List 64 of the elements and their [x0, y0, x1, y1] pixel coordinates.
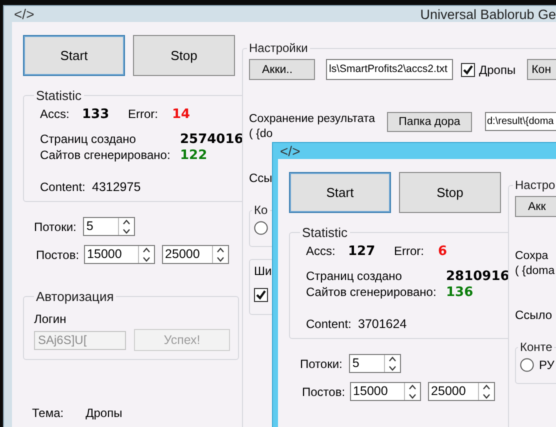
code-icon: </>	[280, 143, 300, 159]
group-title: Настройки	[248, 41, 309, 55]
start-button[interactable]: Start	[23, 35, 125, 76]
stop-button[interactable]: Stop	[133, 35, 235, 76]
group-title: Настро	[514, 178, 556, 192]
number-spinner[interactable]: 5	[349, 354, 402, 373]
checkbox-label: Дропы	[479, 62, 516, 76]
radio-button[interactable]	[254, 221, 268, 235]
number-spinner[interactable]: 15000	[350, 382, 422, 401]
label: Страниц создано	[40, 132, 137, 147]
code-icon: </>	[14, 6, 34, 22]
radio-button[interactable]	[520, 358, 534, 372]
number-spinner[interactable]: 5	[83, 217, 136, 236]
label: Потоки:	[34, 220, 76, 234]
label: Тема:	[32, 406, 64, 420]
radio-label: РУ	[539, 358, 554, 372]
group-title: Statistic	[35, 88, 83, 103]
window-title: Universal Bablorub Ge	[420, 6, 556, 22]
label: Логин	[34, 312, 68, 326]
label: Страниц создано	[306, 269, 403, 284]
value: 3701624	[358, 317, 407, 331]
value: Дропы	[86, 406, 122, 420]
value: 6	[438, 244, 448, 259]
label: Accs:	[306, 244, 336, 258]
label: Сайтов сгенерировано:	[40, 148, 172, 163]
label: Сайтов сгенерировано:	[306, 285, 438, 300]
start-button[interactable]: Start	[289, 172, 391, 213]
label: Error:	[394, 244, 425, 258]
label: Постов:	[302, 384, 346, 398]
label: Постов:	[36, 248, 80, 262]
number-spinner[interactable]: 25000	[428, 382, 496, 401]
path-field[interactable]: ls\SmartProfits2\accs2.txt	[326, 59, 453, 80]
label: Content:	[40, 180, 86, 194]
label: Потоки:	[300, 356, 342, 370]
checkbox[interactable]	[254, 288, 268, 302]
value: 14	[172, 107, 190, 122]
value: 136	[446, 285, 474, 300]
value: 133	[82, 107, 110, 122]
value: 2574016	[180, 132, 244, 147]
value: 127	[348, 244, 376, 259]
label: Error:	[128, 107, 159, 121]
label: Ссыло	[515, 308, 554, 322]
checkbox[interactable]	[461, 62, 475, 76]
group-title: Конте	[519, 340, 554, 354]
accounts-button[interactable]: Акк	[515, 196, 556, 217]
stop-button[interactable]: Stop	[399, 172, 501, 213]
value: 122	[180, 148, 208, 163]
group-title: Авторизация	[35, 289, 115, 304]
path-field[interactable]: d:\result\{doma	[485, 112, 556, 131]
config-button[interactable]: Кон	[526, 59, 556, 80]
group-title: Ши	[254, 264, 272, 278]
value: 4312975	[92, 180, 141, 194]
accounts-button[interactable]: Акки..	[249, 59, 315, 80]
group-title: Statistic	[301, 225, 349, 240]
folder-button[interactable]: Папка дора	[387, 112, 472, 132]
group-title: Ко	[253, 203, 269, 217]
label: Accs:	[40, 107, 70, 121]
save-label: Сохранение результата ( {do	[249, 112, 376, 142]
label: Ссы	[249, 171, 274, 185]
label: Content:	[306, 317, 352, 331]
value: 2810916	[446, 269, 510, 284]
number-spinner[interactable]: 15000	[84, 245, 156, 264]
number-spinner[interactable]: 25000	[162, 245, 230, 264]
save-label: Сохра ( {doma	[515, 249, 556, 279]
